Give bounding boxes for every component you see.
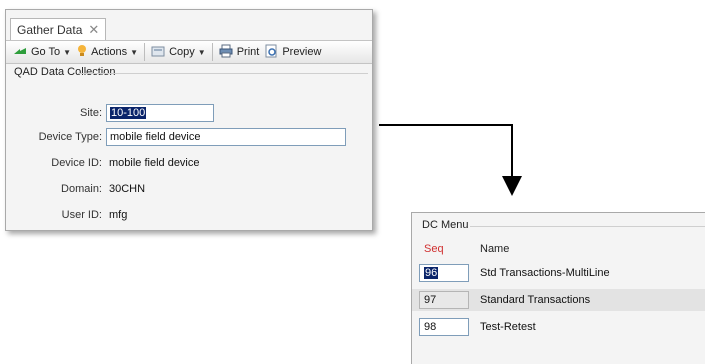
print-label: Print: [236, 46, 260, 58]
arrow-down-icon: [502, 176, 522, 196]
site-input[interactable]: 10-100: [106, 104, 214, 122]
device-id-value: mobile field device: [109, 157, 200, 169]
site-label: Site:: [79, 107, 102, 119]
user-id-label: User ID:: [61, 209, 102, 221]
copy-icon: [151, 44, 165, 61]
seq-input[interactable]: 97: [419, 291, 469, 309]
actions-button[interactable]: Actions ▼: [74, 44, 141, 61]
menu-item-name: Test-Retest: [480, 321, 536, 333]
chevron-down-icon: ▼: [63, 47, 72, 57]
close-icon[interactable]: ✕: [88, 22, 99, 38]
site-row: Site: 10-100: [6, 103, 214, 123]
chevron-down-icon: ▼: [197, 47, 206, 57]
user-id-value: mfg: [109, 209, 128, 221]
group-title: QAD Data Collection: [14, 66, 119, 78]
connector-line-horizontal: [379, 124, 513, 126]
chevron-down-icon: ▼: [130, 47, 139, 57]
gather-data-window: Gather Data ✕ Go To ▼ Actions ▼ Copy ▼ P…: [5, 9, 373, 231]
goto-label: Go To: [31, 46, 61, 58]
menu-row[interactable]: 97 Standard Transactions: [412, 289, 705, 311]
copy-label: Copy: [169, 46, 195, 58]
toolbar-divider: [144, 43, 146, 61]
connector-line-vertical: [511, 124, 513, 180]
seq-input[interactable]: 96: [419, 264, 469, 282]
preview-button[interactable]: Preview: [262, 44, 324, 61]
device-type-input[interactable]: mobile field device: [106, 128, 346, 146]
domain-label: Domain:: [61, 183, 102, 195]
toolbar-divider: [211, 43, 213, 61]
group-divider: [78, 73, 368, 74]
domain-row: Domain: 30CHN: [6, 179, 145, 199]
goto-button[interactable]: Go To ▼: [10, 46, 74, 59]
menu-item-name: Std Transactions-MultiLine: [480, 267, 610, 279]
device-id-row: Device ID: mobile field device: [6, 153, 200, 173]
copy-button[interactable]: Copy ▼: [148, 44, 209, 61]
seq-value: 97: [424, 294, 437, 306]
menu-item-name: Standard Transactions: [480, 294, 591, 306]
seq-value: 98: [424, 321, 437, 333]
dc-menu-title: DC Menu: [422, 219, 469, 231]
dc-menu-window: DC Menu Seq Name 96 Std Transactions-Mul…: [411, 212, 705, 364]
device-type-label: Device Type:: [38, 131, 102, 143]
preview-label: Preview: [282, 46, 322, 58]
seq-column-header: Seq: [424, 243, 444, 255]
seq-input[interactable]: 98: [419, 318, 469, 336]
print-icon: [219, 44, 233, 61]
device-id-label: Device ID:: [51, 157, 102, 169]
dc-menu-divider: [470, 226, 705, 227]
print-button[interactable]: Print: [216, 44, 263, 61]
device-type-row: Device Type: mobile field device: [6, 127, 346, 147]
actions-label: Actions: [91, 46, 128, 58]
tab-gather-data[interactable]: Gather Data ✕: [10, 18, 107, 40]
menu-row[interactable]: 96 Std Transactions-MultiLine: [412, 262, 705, 284]
user-id-row: User ID: mfg: [6, 205, 128, 225]
goto-arrow-icon: [13, 46, 27, 59]
toolbar: Go To ▼ Actions ▼ Copy ▼ Print Preview: [6, 40, 372, 64]
menu-row[interactable]: 98 Test-Retest: [412, 316, 705, 338]
name-column-header: Name: [480, 243, 510, 255]
actions-bulb-icon: [77, 44, 87, 61]
site-value: 10-100: [110, 107, 147, 119]
device-type-value: mobile field device: [110, 131, 201, 143]
tab-title: Gather Data: [17, 22, 83, 37]
preview-icon: [265, 44, 278, 61]
domain-value: 30CHN: [109, 183, 146, 195]
seq-value: 96: [424, 267, 439, 279]
